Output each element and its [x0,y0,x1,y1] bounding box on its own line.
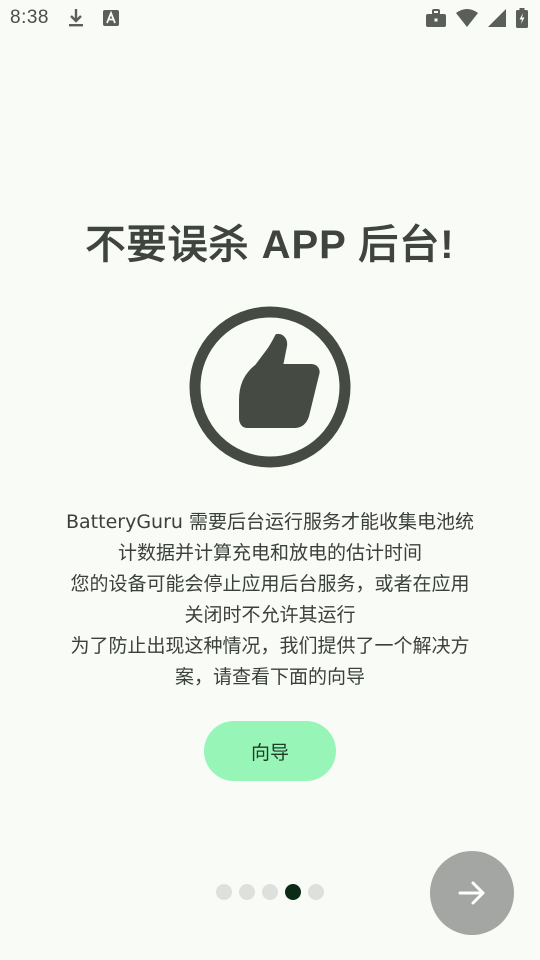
page-indicator [216,884,324,900]
status-left: 8:38 [10,7,119,29]
description-line: 案，请查看下面的向导 [174,666,365,688]
guide-button[interactable]: 向导 [204,721,336,781]
download-icon [67,8,85,28]
page-dot[interactable] [308,884,324,900]
arrow-right-icon [457,878,487,908]
signal-icon [488,9,506,27]
onboarding-screen: 8:38 不要误杀 APP 后台! BatteryGuru 需要后台运行服务才能… [0,0,540,960]
status-right [426,8,528,28]
briefcase-icon [426,9,446,27]
battery-charging-icon [516,8,528,28]
status-time: 8:38 [10,7,49,28]
page-dot[interactable] [216,884,232,900]
description-line: 计数据并计算充电和放电的估计时间 [117,542,422,564]
description-line: 为了防止出现这种情况，我们提供了一个解决方 [70,635,470,657]
page-dot-active[interactable] [285,884,301,900]
description-line: 您的设备可能会停止应用后台服务，或者在应用 [70,573,470,595]
description-line: BatteryGuru 需要后台运行服务才能收集电池统 [66,511,474,533]
text-a-icon [102,10,119,26]
page-dot[interactable] [262,884,278,900]
next-button[interactable] [430,851,514,935]
page-dot[interactable] [239,884,255,900]
description-line: 关闭时不允许其运行 [184,604,356,626]
description-text: BatteryGuru 需要后台运行服务才能收集电池统 计数据并计算充电和放电的… [40,507,500,693]
wifi-icon [456,9,478,27]
status-bar: 8:38 [0,0,540,36]
thumbs-up-icon [189,306,351,468]
page-title: 不要误杀 APP 后台! [85,223,455,267]
